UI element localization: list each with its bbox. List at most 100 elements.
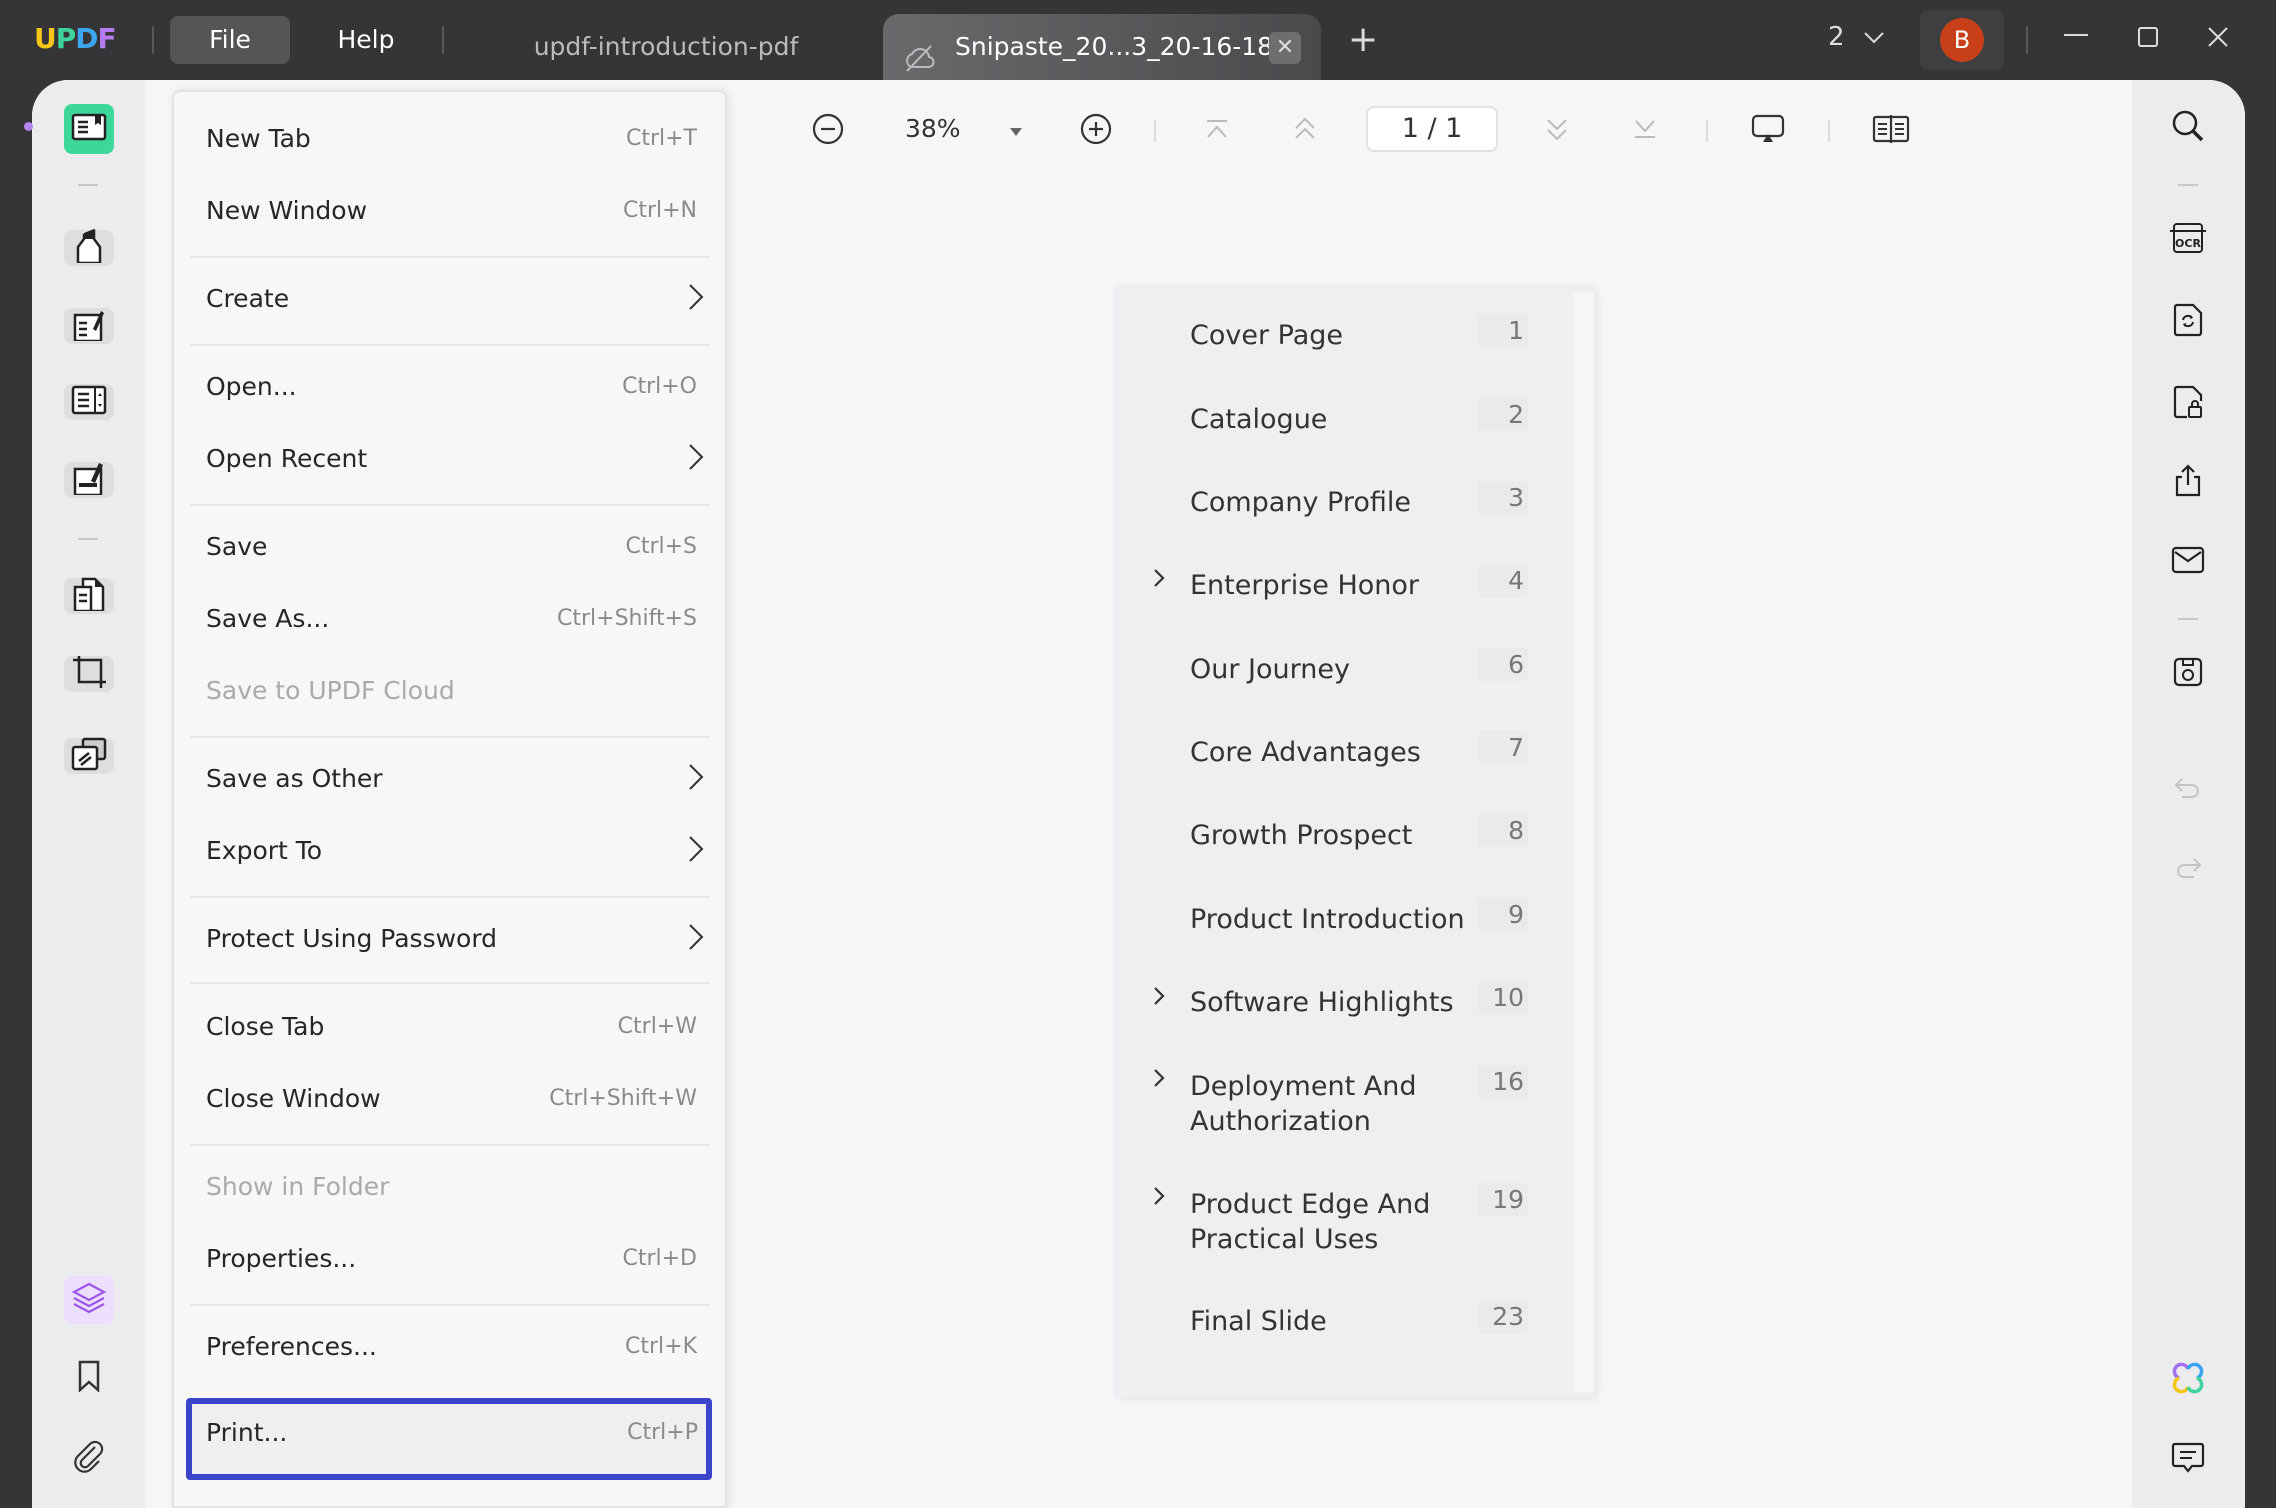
layers-button[interactable] xyxy=(64,1276,114,1324)
title-bar: UPDF File Help updf-introduction-pdf Sni… xyxy=(0,0,2276,80)
organize-pages-button[interactable] xyxy=(64,577,114,614)
layers-icon xyxy=(71,1281,107,1319)
outline-page-number: 7 xyxy=(1478,731,1528,764)
menu-item-label: Export To xyxy=(206,836,323,865)
outline-page-number: 4 xyxy=(1478,564,1528,597)
outline-title: Enterprise Honor xyxy=(1190,570,1420,601)
convert-button[interactable] xyxy=(2168,302,2208,342)
outline-page-number: 8 xyxy=(1478,814,1528,847)
close-window-button[interactable] xyxy=(2198,20,2238,60)
menu-item-create[interactable]: Create xyxy=(174,274,729,334)
minimize-button[interactable] xyxy=(2056,20,2096,60)
mail-icon xyxy=(2171,546,2205,578)
menu-item-save[interactable]: Save Ctrl+S xyxy=(174,522,729,582)
outline-page-number: 23 xyxy=(1478,1300,1528,1333)
maximize-button[interactable] xyxy=(2128,20,2168,60)
watermark-tool-button[interactable] xyxy=(64,737,114,774)
presentation-button[interactable] xyxy=(1748,108,1788,154)
new-tab-button[interactable]: + xyxy=(1348,22,1378,58)
menu-item-save-to-cloud[interactable]: Save to UPDF Cloud xyxy=(174,666,729,726)
undo-icon xyxy=(2174,777,2202,803)
page-number-input[interactable]: 1 / 1 xyxy=(1366,106,1498,152)
menu-item-shortcut: Ctrl+Shift+S xyxy=(557,606,697,631)
outline-title: Deployment And xyxy=(1190,1071,1417,1102)
menu-item-shortcut: Ctrl+P xyxy=(627,1420,698,1445)
divider xyxy=(2178,618,2198,620)
account-button[interactable]: B xyxy=(1920,10,2004,70)
ocr-icon: OCR xyxy=(2169,222,2207,258)
protect-button[interactable] xyxy=(2168,384,2208,424)
menu-item-save-as[interactable]: Save As... Ctrl+Shift+S xyxy=(174,594,729,654)
attachments-button[interactable] xyxy=(64,1440,114,1476)
undo-button[interactable] xyxy=(2168,770,2208,810)
next-page-button[interactable] xyxy=(1540,108,1574,154)
chevron-down-icon xyxy=(1863,22,1885,52)
menu-item-open-recent[interactable]: Open Recent xyxy=(174,434,729,494)
minus-circle-icon xyxy=(812,113,844,149)
comments-button[interactable] xyxy=(2168,1440,2208,1480)
menu-item-protect-using-password[interactable]: Protect Using Password xyxy=(174,914,729,974)
outline-scrollbar-track xyxy=(1574,292,1594,1392)
menu-help[interactable]: Help xyxy=(306,16,426,64)
tab-snipaste[interactable]: Snipaste_20...3_20-16-18* ✕ xyxy=(883,14,1321,80)
highlight-tool-button[interactable] xyxy=(64,229,114,266)
outline-title: Our Journey xyxy=(1190,654,1350,685)
fill-sign-button[interactable] xyxy=(64,462,114,498)
close-tab-button[interactable]: ✕ xyxy=(1269,32,1301,64)
tab-updf-introduction-pdf[interactable]: updf-introduction-pdf xyxy=(486,14,846,80)
menu-item-open[interactable]: Open... Ctrl+O xyxy=(174,362,729,422)
menu-file[interactable]: File xyxy=(170,16,290,64)
chevron-right-icon[interactable] xyxy=(1152,1184,1166,1214)
menu-item-close-tab[interactable]: Close Tab Ctrl+W xyxy=(174,1002,729,1062)
menu-item-label: Show in Folder xyxy=(206,1172,390,1201)
menu-item-shortcut: Ctrl+Shift+W xyxy=(549,1086,697,1111)
page-layout-button[interactable] xyxy=(1870,108,1912,154)
chevron-right-icon[interactable] xyxy=(1152,1066,1166,1096)
menu-item-shortcut: Ctrl+K xyxy=(624,1334,697,1359)
outline-title: Company Profile xyxy=(1190,487,1411,518)
previous-page-button[interactable] xyxy=(1288,108,1322,154)
zoom-out-button[interactable] xyxy=(808,108,848,154)
menu-item-show-in-folder[interactable]: Show in Folder xyxy=(174,1162,729,1222)
menu-item-print[interactable]: Print... Ctrl+P xyxy=(186,1398,712,1480)
ai-assistant-button[interactable] xyxy=(2168,1360,2208,1400)
menu-item-close-window[interactable]: Close Window Ctrl+Shift+W xyxy=(174,1074,729,1134)
caret-down-icon xyxy=(1009,122,1023,141)
divider xyxy=(442,26,444,54)
menu-item-label: Properties... xyxy=(206,1244,357,1273)
form-tool-button[interactable] xyxy=(64,384,114,420)
menu-item-preferences[interactable]: Preferences... Ctrl+K xyxy=(174,1322,729,1382)
chevron-right-icon[interactable] xyxy=(1152,984,1166,1014)
menu-item-label: Save xyxy=(206,532,268,561)
ocr-button[interactable]: OCR xyxy=(2168,220,2208,260)
menu-item-label: Close Window xyxy=(206,1084,381,1113)
menu-item-new-window[interactable]: New Window Ctrl+N xyxy=(174,186,729,246)
menu-item-shortcut: Ctrl+D xyxy=(622,1246,697,1271)
edit-pdf-button[interactable] xyxy=(64,308,114,344)
search-button[interactable] xyxy=(2168,108,2208,148)
paperclip-icon xyxy=(73,1439,105,1477)
email-button[interactable] xyxy=(2168,542,2208,582)
share-button[interactable] xyxy=(2168,462,2208,502)
chevron-right-icon[interactable] xyxy=(1152,566,1166,596)
save-button[interactable] xyxy=(2168,654,2208,694)
chevron-right-icon xyxy=(687,762,705,796)
last-page-button[interactable] xyxy=(1628,108,1662,154)
crop-tool-button[interactable] xyxy=(64,656,114,692)
window-count: 2 xyxy=(1828,22,1845,52)
menu-item-properties[interactable]: Properties... Ctrl+D xyxy=(174,1234,729,1294)
menu-item-new-tab[interactable]: New Tab Ctrl+T xyxy=(174,114,729,174)
menu-item-label: Save as Other xyxy=(206,764,383,793)
reader-mode-button[interactable] xyxy=(64,104,114,154)
bookmarks-button[interactable] xyxy=(64,1360,114,1396)
first-page-button[interactable] xyxy=(1200,108,1234,154)
outline-title: Software Highlights xyxy=(1190,987,1454,1018)
window-count-dropdown[interactable]: 2 xyxy=(1828,22,1885,52)
zoom-dropdown[interactable] xyxy=(1004,108,1028,154)
redo-button[interactable] xyxy=(2168,850,2208,890)
zoom-level[interactable]: 38% xyxy=(905,114,961,143)
zoom-in-button[interactable] xyxy=(1076,108,1116,154)
menu-item-save-as-other[interactable]: Save as Other xyxy=(174,754,729,814)
menu-item-shortcut: Ctrl+O xyxy=(622,374,697,399)
menu-item-export-to[interactable]: Export To xyxy=(174,826,729,886)
